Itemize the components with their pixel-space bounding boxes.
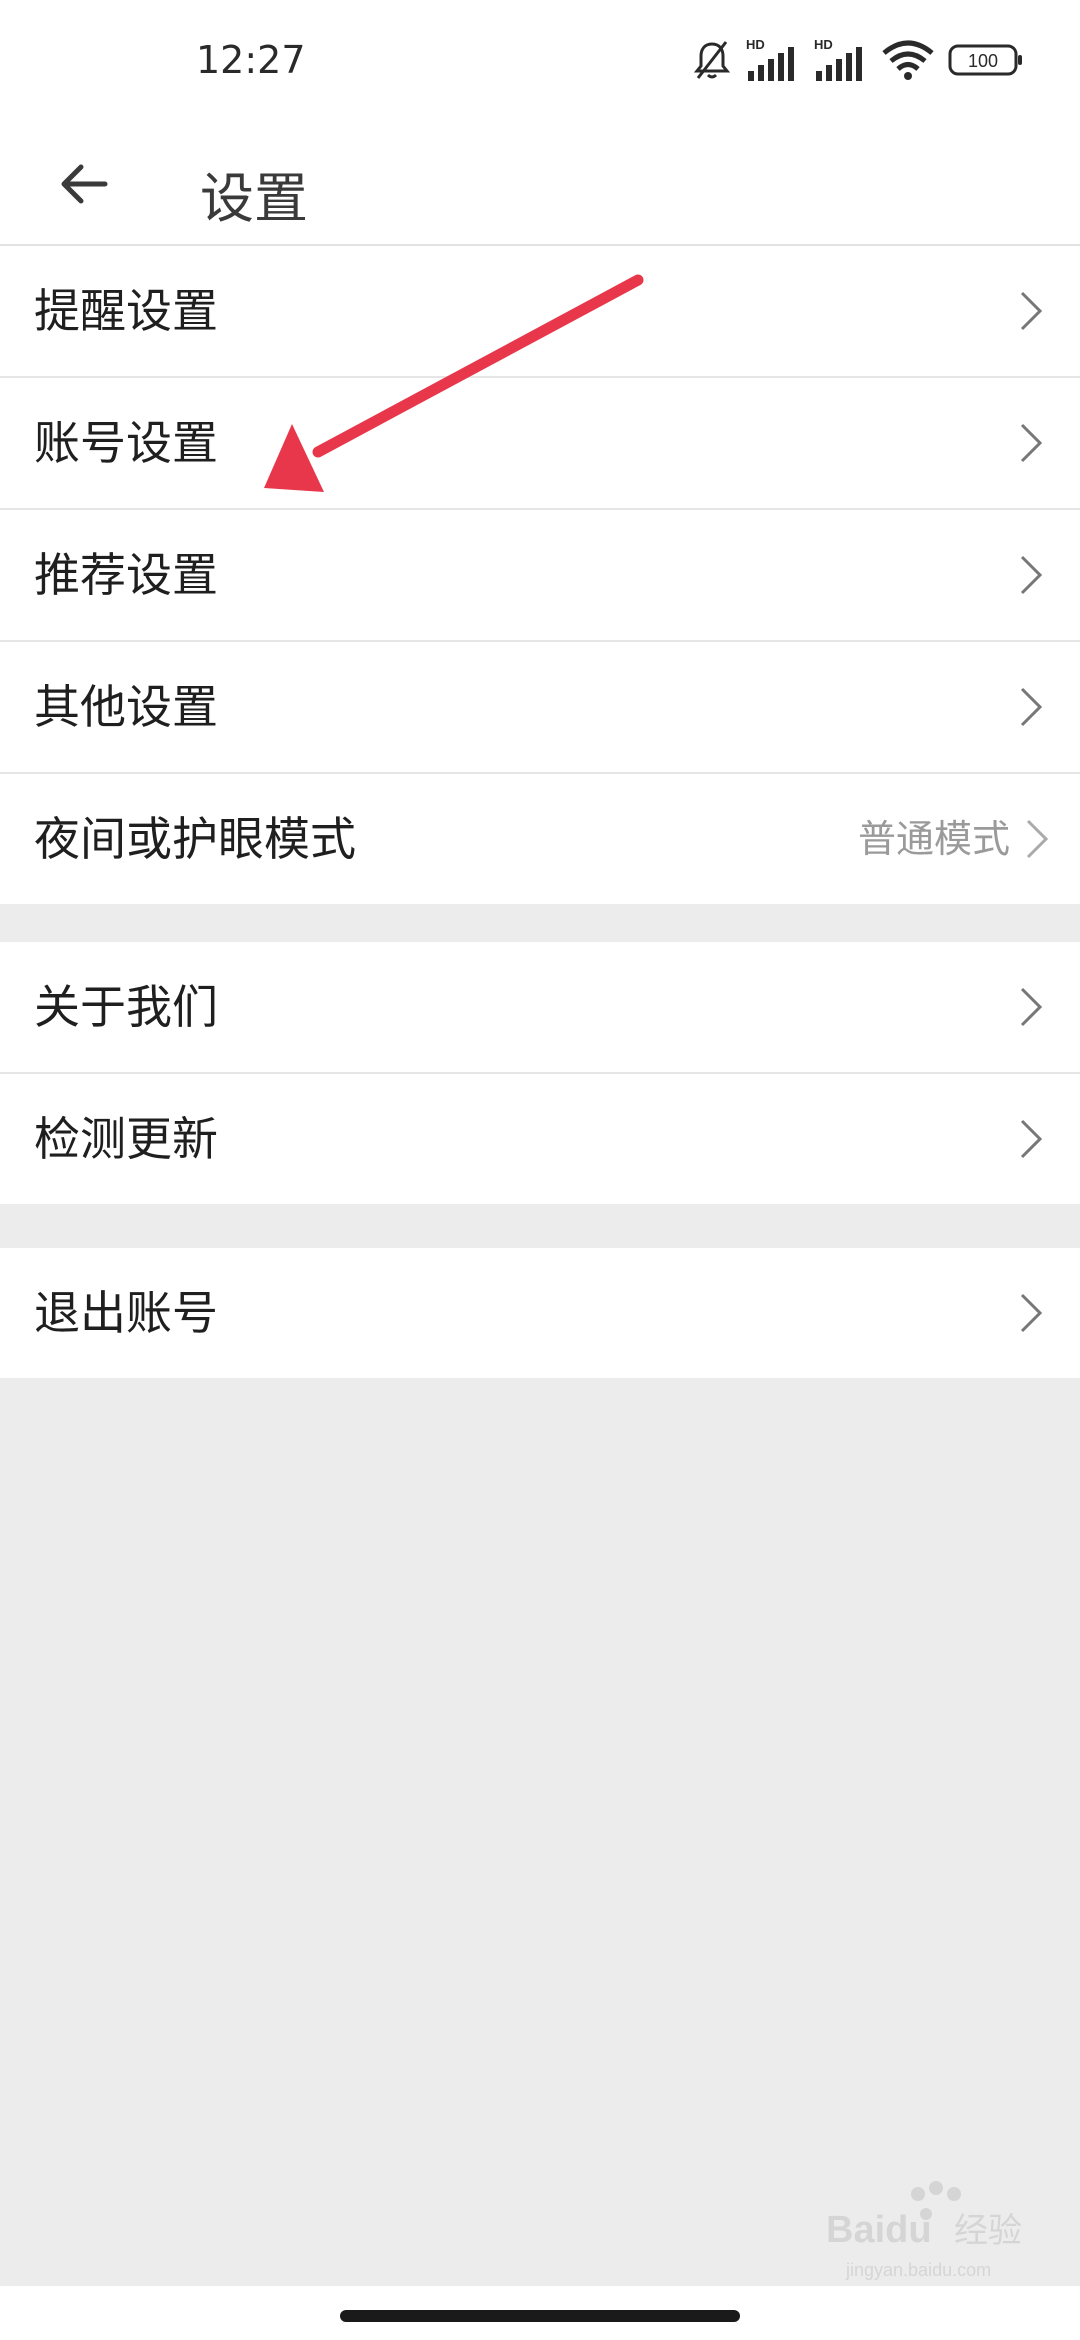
baidu-watermark: Baidu 经验 jingyan.baidu.com: [826, 2180, 1056, 2290]
arrow-left-icon: [61, 164, 108, 204]
settings-group-main: 提醒设置 账号设置 推荐设置 其他设置 夜间或护眼模式 普通模式: [0, 246, 1080, 904]
recommend-settings-item[interactable]: 推荐设置: [0, 510, 1080, 642]
night-eye-mode-value: 普通模式: [857, 817, 1010, 861]
chevron-right-icon: [1026, 819, 1049, 859]
status-icons: HD HD 100: [692, 34, 1024, 86]
night-eye-mode-label: 夜间或护眼模式: [34, 812, 356, 866]
home-indicator[interactable]: [340, 2310, 740, 2322]
page-title: 设置: [200, 167, 308, 230]
check-update-label: 检测更新: [34, 1112, 218, 1166]
check-update-item[interactable]: 检测更新: [0, 1074, 1080, 1204]
other-settings-item[interactable]: 其他设置: [0, 642, 1080, 774]
watermark-brand-cn: 经验: [954, 2211, 1022, 2251]
logout-label: 退出账号: [34, 1286, 218, 1340]
chevron-right-icon: [1020, 987, 1043, 1027]
signal-hd-icon-1: HD: [746, 37, 794, 81]
account-settings-item[interactable]: 账号设置: [0, 378, 1080, 510]
settings-group-about: 关于我们 检测更新: [0, 942, 1080, 1204]
chevron-right-icon: [1020, 687, 1043, 727]
app-bar: 设置: [0, 124, 1080, 246]
hd-label-2: HD: [814, 37, 833, 52]
night-eye-mode-item[interactable]: 夜间或护眼模式 普通模式: [0, 774, 1080, 904]
about-us-label: 关于我们: [34, 980, 218, 1034]
reminder-settings-label: 提醒设置: [34, 284, 218, 338]
baidu-paw-logo: Baidu 经验 jingyan.baidu.com: [826, 2181, 1022, 2280]
chevron-right-icon: [1020, 1293, 1043, 1333]
other-settings-label: 其他设置: [34, 680, 218, 734]
battery-level: 100: [968, 51, 998, 71]
about-us-item[interactable]: 关于我们: [0, 942, 1080, 1074]
watermark-url: jingyan.baidu.com: [845, 2260, 991, 2280]
logout-item[interactable]: 退出账号: [0, 1248, 1080, 1378]
battery-icon: 100: [948, 44, 1022, 76]
status-bar: 12:27 HD HD 100: [0, 0, 1080, 124]
signal-hd-icon-2: HD: [814, 37, 862, 81]
reminder-settings-item[interactable]: 提醒设置: [0, 246, 1080, 378]
chevron-right-icon: [1020, 291, 1043, 331]
chevron-right-icon: [1020, 555, 1043, 595]
chevron-right-icon: [1020, 423, 1043, 463]
chevron-right-icon: [1020, 1119, 1043, 1159]
wifi-icon: [882, 40, 934, 80]
bell-muted-icon: [693, 41, 731, 79]
watermark-brand: Baidu: [826, 2209, 932, 2251]
back-button[interactable]: [44, 144, 124, 224]
recommend-settings-label: 推荐设置: [34, 548, 218, 602]
hd-label-1: HD: [746, 37, 765, 52]
settings-group-logout: 退出账号: [0, 1248, 1080, 1378]
status-time: 12:27: [196, 38, 306, 82]
account-settings-label: 账号设置: [34, 416, 218, 470]
